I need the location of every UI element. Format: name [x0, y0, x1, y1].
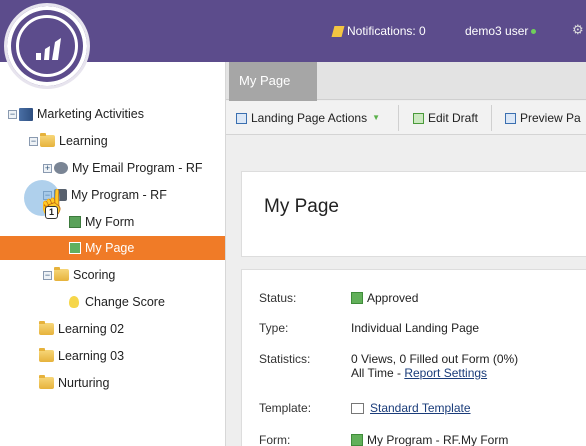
folder-icon — [39, 348, 54, 362]
statistics-line1: 0 Views, 0 Filled out Form (0%) — [351, 352, 519, 366]
tab-strip: My Page — [226, 62, 586, 101]
tree-item-label: Nurturing — [58, 376, 110, 390]
edit-draft-button[interactable]: Edit Draft — [413, 101, 478, 135]
folder-icon — [54, 267, 69, 281]
tree-item-label: Change Score — [85, 295, 165, 309]
statistics-value: 0 Views, 0 Filled out Form (0%) All Time… — [351, 352, 518, 380]
tree-item-label: My Program - RF — [71, 188, 167, 202]
tree-item-my-page[interactable]: My Page — [69, 236, 134, 260]
type-key: Type: — [259, 321, 289, 335]
expand-icon[interactable]: + — [43, 163, 52, 173]
details-panel: Status: Approved Type: Individual Landin… — [241, 269, 586, 446]
toolbar-divider — [398, 105, 399, 131]
toolbar: Landing Page Actions ▼ Edit Draft Previe… — [226, 101, 586, 135]
status-key: Status: — [259, 291, 297, 305]
folder-icon — [39, 321, 54, 335]
tree-item-label: My Form — [85, 215, 135, 229]
collapse-icon[interactable]: − — [8, 109, 17, 119]
preview-label: Preview Pa — [520, 111, 581, 125]
collapse-icon[interactable]: − — [43, 270, 52, 280]
tree-item-label: Learning — [59, 134, 108, 148]
tree-item-label: Marketing Activities — [37, 107, 144, 121]
folder-icon — [39, 375, 54, 389]
tree-item-my-form[interactable]: My Form — [69, 210, 134, 234]
marketo-logo[interactable] — [4, 3, 90, 89]
template-value: Standard Template — [351, 401, 471, 415]
bars-logo-icon — [36, 38, 61, 60]
main-panel: My Page Landing Page Actions ▼ Edit Draf… — [225, 62, 586, 446]
tree-item-learning[interactable]: − Learning — [29, 129, 108, 153]
approved-icon — [351, 292, 363, 304]
user-label: demo3 user — [465, 24, 529, 38]
landing-page-icon — [69, 242, 81, 254]
tree-item-learning-03[interactable]: Learning 03 — [39, 344, 124, 368]
page-header-panel: My Page — [241, 171, 586, 257]
report-settings-link[interactable]: Report Settings — [404, 366, 487, 380]
email-program-icon — [54, 162, 68, 174]
preview-icon — [505, 112, 516, 124]
preview-page-button[interactable]: Preview Pa — [505, 101, 581, 135]
statistics-prefix: All Time - — [351, 366, 405, 380]
toolbar-divider — [491, 105, 492, 131]
form-key: Form: — [259, 433, 291, 446]
logo-inner-circle — [16, 15, 78, 77]
tree-item-label: Scoring — [73, 268, 116, 282]
standard-template-link[interactable]: Standard Template — [370, 401, 471, 415]
status-value: Approved — [351, 291, 418, 305]
gear-icon[interactable]: ⚙ — [572, 22, 584, 38]
notifications-button[interactable]: Notifications: 0 — [331, 24, 426, 38]
template-key: Template: — [259, 401, 312, 415]
tree-item-label: My Page — [85, 241, 135, 255]
online-dot-icon — [531, 29, 537, 35]
form-icon — [69, 216, 81, 228]
form-icon — [351, 434, 363, 446]
user-menu[interactable]: demo3 user — [465, 24, 537, 38]
marketing-tree: − Marketing Activities − Learning + My E… — [0, 100, 225, 446]
tree-item-scoring[interactable]: − Scoring — [43, 263, 115, 287]
tree-item-nurturing[interactable]: Nurturing — [39, 371, 109, 395]
edit-icon — [413, 112, 424, 124]
tree-item-label: My Email Program - RF — [72, 161, 203, 175]
lightbulb-icon — [69, 296, 79, 308]
notepad-icon — [331, 25, 345, 37]
landing-page-icon — [236, 112, 247, 124]
template-icon — [351, 403, 364, 414]
landing-page-actions-button[interactable]: Landing Page Actions ▼ — [236, 101, 380, 135]
book-icon — [19, 107, 33, 121]
landing-page-actions-label: Landing Page Actions — [251, 111, 368, 125]
tree-item-learning-02[interactable]: Learning 02 — [39, 317, 124, 341]
tree-item-my-email-program[interactable]: + My Email Program - RF — [43, 156, 203, 180]
statistics-key: Statistics: — [259, 352, 311, 366]
page-title: My Page — [264, 196, 339, 217]
edit-draft-label: Edit Draft — [428, 111, 479, 125]
status-text: Approved — [367, 291, 419, 305]
form-value: My Program - RF.My Form — [351, 433, 508, 446]
tree-item-marketing-activities[interactable]: − Marketing Activities — [8, 102, 144, 126]
tree-item-label: Learning 02 — [58, 322, 125, 336]
collapse-icon[interactable]: − — [29, 136, 38, 146]
chevron-down-icon: ▼ — [372, 113, 381, 122]
tree-item-change-score[interactable]: Change Score — [69, 290, 165, 314]
notifications-label: Notifications: 0 — [347, 24, 426, 38]
tab-my-page[interactable]: My Page — [229, 62, 317, 101]
type-value: Individual Landing Page — [351, 321, 480, 335]
form-text[interactable]: My Program - RF.My Form — [367, 433, 508, 446]
folder-icon — [40, 133, 55, 147]
tree-item-label: Learning 03 — [58, 349, 125, 363]
click-count-badge: 1 — [45, 206, 58, 219]
